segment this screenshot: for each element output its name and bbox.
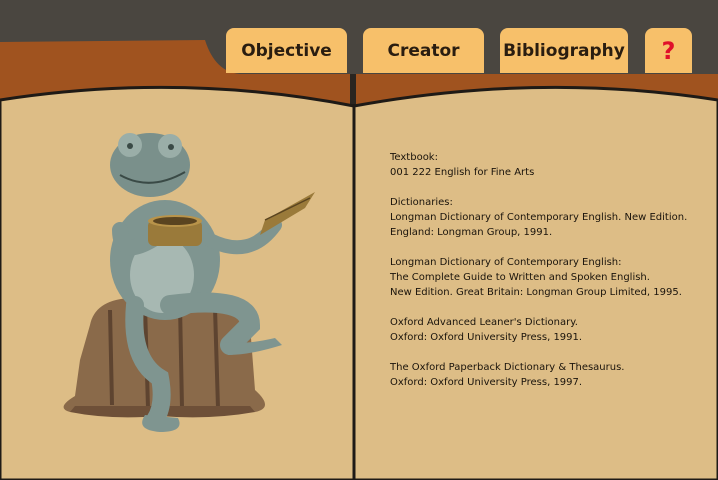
entry-line: Oxford: Oxford University Press, 1991. <box>390 332 583 343</box>
entry-line: Oxford Advanced Leaner's Dictionary. <box>390 317 578 328</box>
bibliography-panel: Textbook: 001 222 English for Fine Arts … <box>390 150 710 405</box>
textbook-heading: Textbook: <box>390 152 438 163</box>
dictionary-line: England: Longman Group, 1991. <box>390 227 553 238</box>
tab-objective-label: Objective <box>241 40 332 61</box>
bibliography-entry: Longman Dictionary of Contemporary Engli… <box>390 255 710 300</box>
bibliography-entry: The Oxford Paperback Dictionary & Thesau… <box>390 360 710 390</box>
help-icon: ? <box>661 36 676 65</box>
dictionary-line: Longman Dictionary of Contemporary Engli… <box>390 212 688 223</box>
entry-line: The Oxford Paperback Dictionary & Thesau… <box>390 362 625 373</box>
tab-creator[interactable]: Creator <box>363 28 484 73</box>
book-stage: Objective Creator Bibliography ? Textboo… <box>0 0 718 480</box>
tab-objective[interactable]: Objective <box>226 28 347 73</box>
help-button[interactable]: ? <box>645 28 692 73</box>
entry-line: New Edition. Great Britain: Longman Grou… <box>390 287 682 298</box>
entry-line: Oxford: Oxford University Press, 1997. <box>390 377 583 388</box>
dictionaries-section: Dictionaries: Longman Dictionary of Cont… <box>390 195 710 240</box>
entry-line: The Complete Guide to Written and Spoken… <box>390 272 650 283</box>
tab-bibliography-label: Bibliography <box>503 40 625 61</box>
frog-reading-statue-icon <box>63 133 315 432</box>
dictionaries-heading: Dictionaries: <box>390 197 453 208</box>
textbook-line: 001 222 English for Fine Arts <box>390 167 535 178</box>
textbook-section: Textbook: 001 222 English for Fine Arts <box>390 150 710 180</box>
bibliography-entry: Oxford Advanced Leaner's Dictionary. Oxf… <box>390 315 710 345</box>
entry-line: Longman Dictionary of Contemporary Engli… <box>390 257 622 268</box>
tab-bibliography[interactable]: Bibliography <box>500 28 628 73</box>
tab-creator-label: Creator <box>387 40 460 61</box>
